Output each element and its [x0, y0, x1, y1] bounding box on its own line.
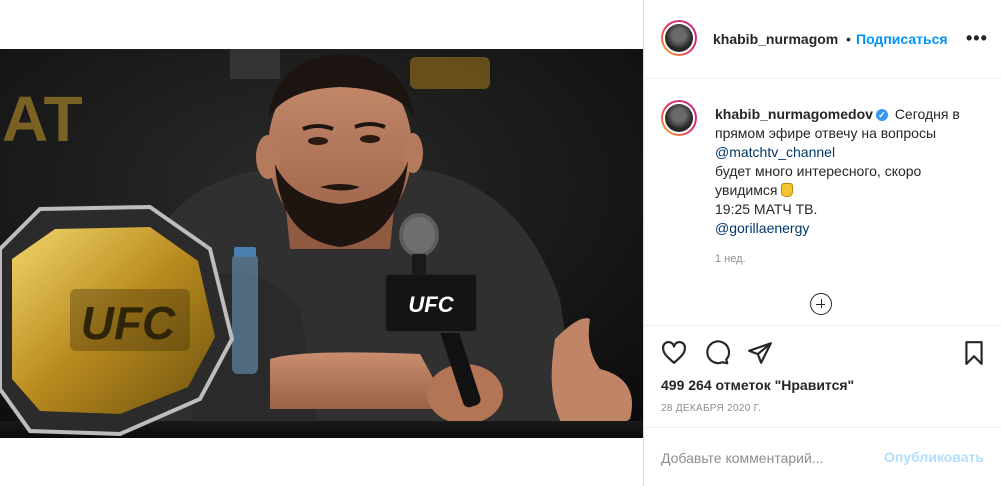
- comment-bubble-icon[interactable]: [704, 340, 730, 366]
- mic-flag-text: UFC: [408, 292, 454, 317]
- post-media-area: AT UFC UFC: [0, 0, 643, 486]
- post-side-panel: khabib_nurmagom • Подписаться ••• khabib…: [643, 0, 1001, 486]
- verified-badge-icon: ✓: [875, 109, 888, 121]
- caption-line-2: будет много интересного, скоро увидимся: [715, 163, 922, 198]
- mention-link-gorillaenergy[interactable]: @gorillaenergy: [715, 220, 809, 236]
- mention-link-matchtv[interactable]: @matchtv_channel: [715, 144, 835, 160]
- comment-input[interactable]: [661, 448, 861, 468]
- post-actions: 499 264 отметок "Нравится" 28 ДЕКАБРЯ 20…: [644, 325, 1001, 427]
- bookmark-icon[interactable]: [961, 340, 987, 366]
- paper-plane-icon[interactable]: [747, 340, 773, 366]
- author-username-link[interactable]: khabib_nurmagom: [713, 31, 838, 47]
- svg-text:AT: AT: [2, 83, 83, 155]
- add-comment-bar: Опубликовать: [644, 427, 1001, 486]
- avatar-photo: [665, 104, 693, 132]
- avatar-photo: [665, 24, 693, 52]
- header-separator: •: [846, 31, 851, 47]
- photo-illustration: AT UFC UFC: [0, 49, 643, 438]
- likes-count[interactable]: 499 264 отметок "Нравится": [661, 377, 854, 393]
- caption-line-3: 19:25 МАТЧ ТВ.: [715, 201, 818, 217]
- caption-username-link[interactable]: khabib_nurmagomedov: [715, 106, 873, 122]
- post-caption: khabib_nurmagomedov ✓ Сегодня в прямом эф…: [715, 105, 985, 238]
- post-photo[interactable]: AT UFC UFC: [0, 49, 643, 438]
- post-date[interactable]: 28 ДЕКАБРЯ 2020 Г.: [661, 403, 761, 414]
- caption-age[interactable]: 1 нед.: [715, 253, 746, 265]
- plus-circle-icon[interactable]: [810, 293, 832, 315]
- heart-icon[interactable]: [661, 340, 687, 366]
- belt-logo-text: UFC: [81, 297, 176, 349]
- publish-comment-button[interactable]: Опубликовать: [884, 449, 984, 465]
- caption-author-avatar[interactable]: [661, 100, 697, 136]
- follow-button[interactable]: Подписаться: [856, 31, 948, 47]
- author-avatar[interactable]: [661, 20, 697, 56]
- more-options-button[interactable]: •••: [966, 28, 988, 49]
- post-header: khabib_nurmagom • Подписаться •••: [644, 0, 1001, 79]
- fist-emoji-icon: [781, 183, 794, 197]
